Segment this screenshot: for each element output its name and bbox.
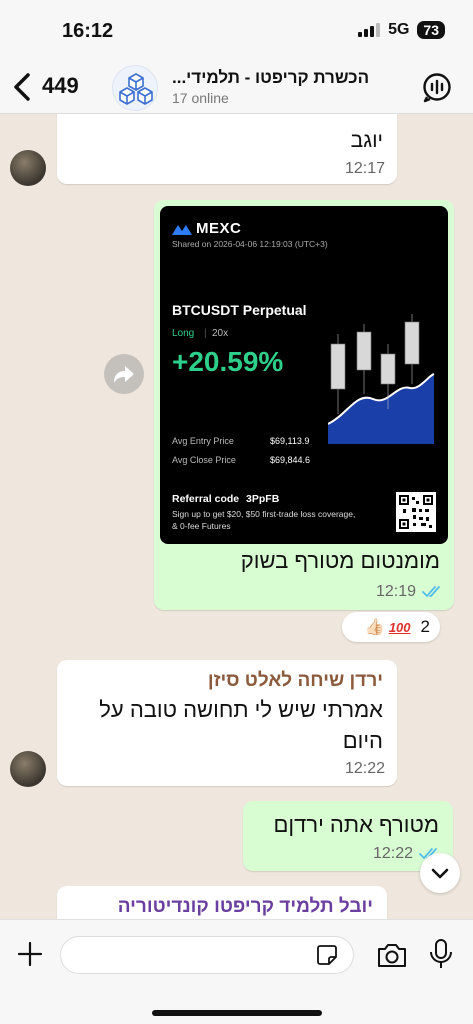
- message-time: 12:19: [375, 583, 416, 600]
- signal-icon: [358, 23, 381, 37]
- sender-name[interactable]: ירדן שיחה לאלט סיזן: [208, 670, 383, 692]
- back-chevron-icon[interactable]: [10, 70, 36, 104]
- status-bar: 16:12 5G 73: [0, 0, 473, 62]
- referral-label: Referral code: [172, 493, 240, 505]
- mexc-logo-icon: [172, 224, 192, 235]
- message-time: 12:22: [372, 845, 413, 862]
- battery-icon: 73: [417, 21, 445, 39]
- close-label: Avg Close Price: [172, 455, 236, 465]
- chat-header: 449 הכשרת קריפטו - תלמידי... 17 online: [0, 62, 473, 114]
- network-type: 5G: [388, 21, 410, 38]
- message-text: מומנטום מטורף בשוק: [240, 548, 440, 573]
- composer-bar: [0, 919, 473, 1024]
- sticker-icon[interactable]: [316, 944, 338, 966]
- group-avatar[interactable]: [112, 65, 158, 111]
- outgoing-message-card[interactable]: MEXC Shared on 2026-04-06 12:19:03 (UTC+…: [154, 200, 454, 610]
- home-indicator[interactable]: [152, 1010, 322, 1016]
- chevron-down-icon: [431, 868, 449, 879]
- card-side: Long: [172, 328, 195, 339]
- online-count: 17 online: [172, 90, 229, 106]
- incoming-message[interactable]: יוגב 12:17: [57, 114, 397, 184]
- sender-name[interactable]: יובל תלמיד קריפטו קונדיטוריה: [118, 896, 373, 918]
- incoming-message[interactable]: ירדן שיחה לאלט סיזן אמרתי שיש לי תחושה ט…: [57, 660, 397, 786]
- message-time: 12:22: [344, 760, 385, 777]
- avatar[interactable]: [10, 751, 46, 787]
- card-leverage: 20x: [212, 328, 229, 339]
- camera-icon[interactable]: [376, 941, 408, 969]
- qr-code-icon: [399, 495, 433, 529]
- referral: Referral code 3PpFB: [172, 493, 279, 505]
- entry-label: Avg Entry Price: [172, 436, 234, 446]
- thumbs-up-icon: 👍🏻: [364, 619, 385, 636]
- message-text: יוגב: [350, 129, 383, 152]
- message-input[interactable]: [60, 936, 354, 974]
- promo-text: Sign up to get $20, $50 first-trade loss…: [172, 509, 356, 531]
- avatar[interactable]: [10, 150, 46, 186]
- message-text: מטורף אתה ירדןם: [273, 812, 439, 837]
- status-indicators: 5G 73: [358, 21, 445, 39]
- forward-button[interactable]: [104, 354, 144, 394]
- chat-title[interactable]: הכשרת קריפטו - תלמידי...: [172, 68, 382, 88]
- scroll-down-button[interactable]: [420, 853, 460, 893]
- card-pnl: +20.59%: [172, 346, 284, 377]
- incoming-message[interactable]: יובל תלמיד קריפטו קונדיטוריה: [57, 886, 387, 919]
- card-shared-date: Shared on 2026-04-06 12:19:03 (UTC+3): [172, 239, 328, 249]
- unread-count[interactable]: 449: [42, 73, 79, 99]
- plus-icon[interactable]: [16, 940, 44, 968]
- reaction-count: 2: [420, 617, 430, 636]
- mexc-brand: MEXC: [196, 220, 242, 237]
- card-separator: |: [204, 328, 207, 339]
- message-text: אמרתי שיש לי תחושה טובה על היום: [99, 697, 383, 753]
- cubes-logo-icon: [119, 73, 153, 105]
- read-ticks-icon: [422, 586, 440, 598]
- qr-code: [396, 492, 436, 532]
- voice-chat-icon[interactable]: [421, 71, 453, 103]
- reactions[interactable]: 👍🏻 100 2: [342, 612, 440, 642]
- mexc-share-card[interactable]: MEXC Shared on 2026-04-06 12:19:03 (UTC+…: [160, 206, 448, 544]
- hundred-icon: 100: [388, 619, 411, 635]
- chat-area[interactable]: יוגב 12:17 MEXC Shared on 2026-04-06 12:…: [0, 114, 473, 919]
- microphone-icon[interactable]: [428, 938, 454, 970]
- message-time: 12:17: [344, 160, 385, 177]
- status-time: 16:12: [62, 20, 114, 42]
- entry-value: $69,113.9: [270, 436, 310, 446]
- close-value: $69,844.6: [270, 455, 311, 465]
- candlestick-graphic: [328, 314, 435, 444]
- mexc-logo: MEXC: [172, 220, 241, 237]
- referral-code: 3PpFB: [246, 493, 280, 505]
- card-pair: BTCUSDT Perpetual: [172, 302, 307, 318]
- forward-icon: [114, 366, 134, 383]
